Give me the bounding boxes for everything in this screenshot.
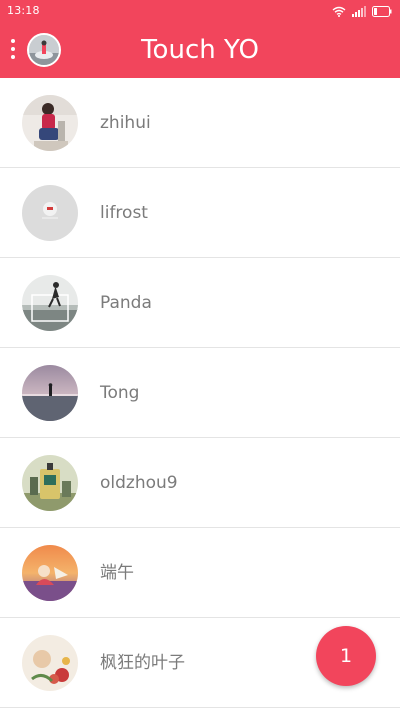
contact-name: zhihui [100,113,151,133]
battery-icon [372,5,392,17]
contact-row[interactable]: zhihui [0,78,400,168]
message-count-fab[interactable]: 1 [316,626,376,686]
contact-avatar [22,455,78,511]
contact-avatar [22,185,78,241]
contact-row[interactable]: lifrost [0,168,400,258]
contact-row[interactable]: Panda [0,258,400,348]
contact-avatar [22,95,78,151]
contact-avatar [22,545,78,601]
contact-avatar [22,365,78,421]
status-bar: 13:18 [0,0,400,22]
contact-list: zhihui lifrost Panda Tong oldzhou9 端午 枫狂… [0,78,400,711]
contact-row[interactable]: oldzhou9 [0,438,400,528]
status-time: 13:18 [7,4,40,17]
more-vertical-icon[interactable] [4,36,22,64]
contact-name: oldzhou9 [100,473,178,493]
contact-name: 枫狂的叶子 [100,653,185,673]
app-bar: Touch YO [0,22,400,78]
contact-row[interactable]: Tong [0,348,400,438]
contact-name: Tong [100,383,140,403]
app-screen: 13:18 Touch YO zhihui lifrost Panda Tong… [0,0,400,711]
wifi-icon [332,6,346,17]
contact-name: lifrost [100,203,148,223]
contact-avatar [22,275,78,331]
contact-name: Panda [100,293,152,313]
fab-label: 1 [339,645,353,667]
contact-avatar [22,635,78,691]
contact-name: 端午 [100,563,134,583]
status-icons [332,5,392,17]
profile-avatar[interactable] [27,33,61,67]
signal-icon [352,5,366,17]
contact-row[interactable]: 端午 [0,528,400,618]
